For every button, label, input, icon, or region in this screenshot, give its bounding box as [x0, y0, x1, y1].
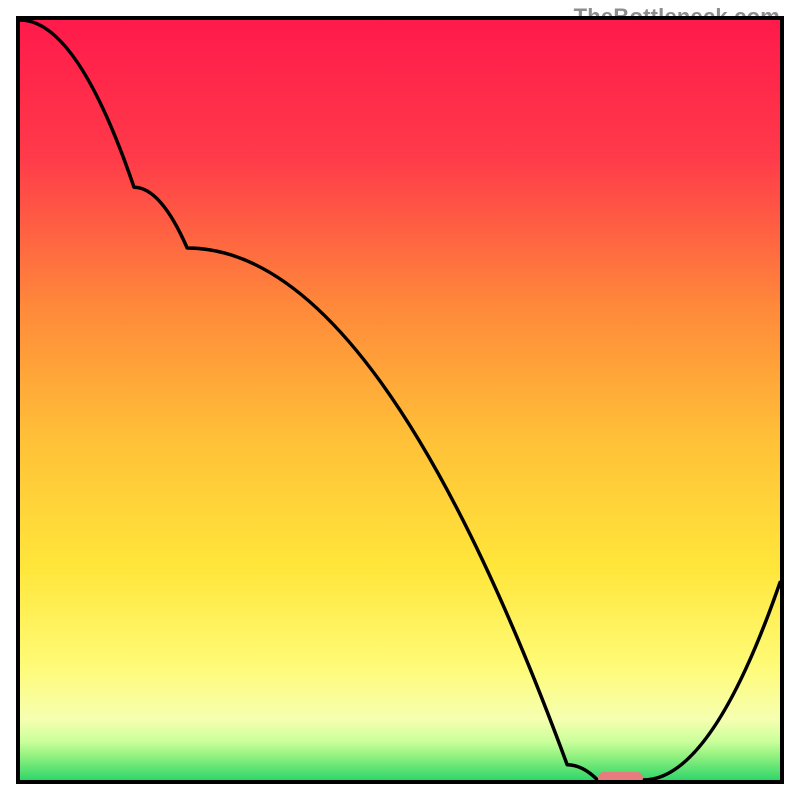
- bottleneck-curve: [20, 20, 780, 780]
- bottleneck-chart: TheBottleneck.com: [0, 0, 800, 800]
- plot-area: [16, 16, 784, 784]
- optimal-marker: [598, 772, 644, 784]
